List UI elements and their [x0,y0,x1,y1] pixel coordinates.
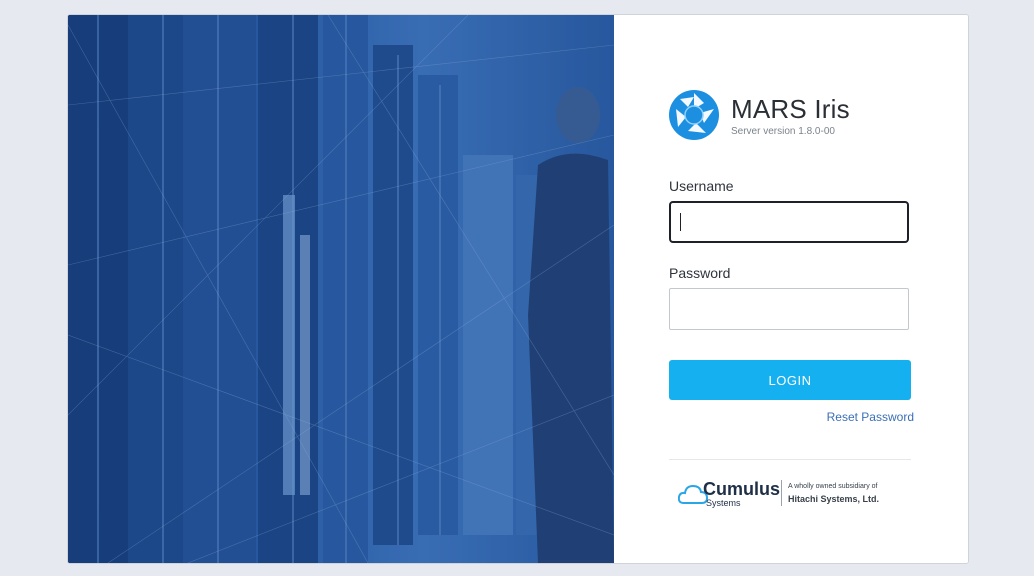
login-button[interactable]: LOGIN [669,360,911,400]
text-cursor [680,213,681,231]
company-logo: Cumulus Systems A wholly owned subsidiar… [678,477,903,511]
login-panel: MARS Iris Server version 1.8.0-00 Userna… [614,15,968,563]
login-card: MARS Iris Server version 1.8.0-00 Userna… [67,14,969,564]
password-label: Password [669,265,731,281]
server-room-illustration [68,15,614,563]
aperture-logo-icon [669,90,719,140]
subsidiary-line2: Hitachi Systems, Ltd. [788,494,880,504]
divider [669,459,911,460]
server-version: Server version 1.8.0-00 [731,126,835,137]
company-sub: Systems [706,498,741,508]
username-label: Username [669,178,734,194]
reset-password-link[interactable]: Reset Password [827,410,914,424]
company-name: Cumulus [703,479,781,499]
app-title: MARS Iris [731,94,850,124]
subsidiary-line1: A wholly owned subsidiary of [788,483,878,490]
username-input[interactable] [669,201,909,243]
password-input[interactable] [669,288,909,330]
hero-image [68,15,614,563]
logo-separator [781,480,782,506]
